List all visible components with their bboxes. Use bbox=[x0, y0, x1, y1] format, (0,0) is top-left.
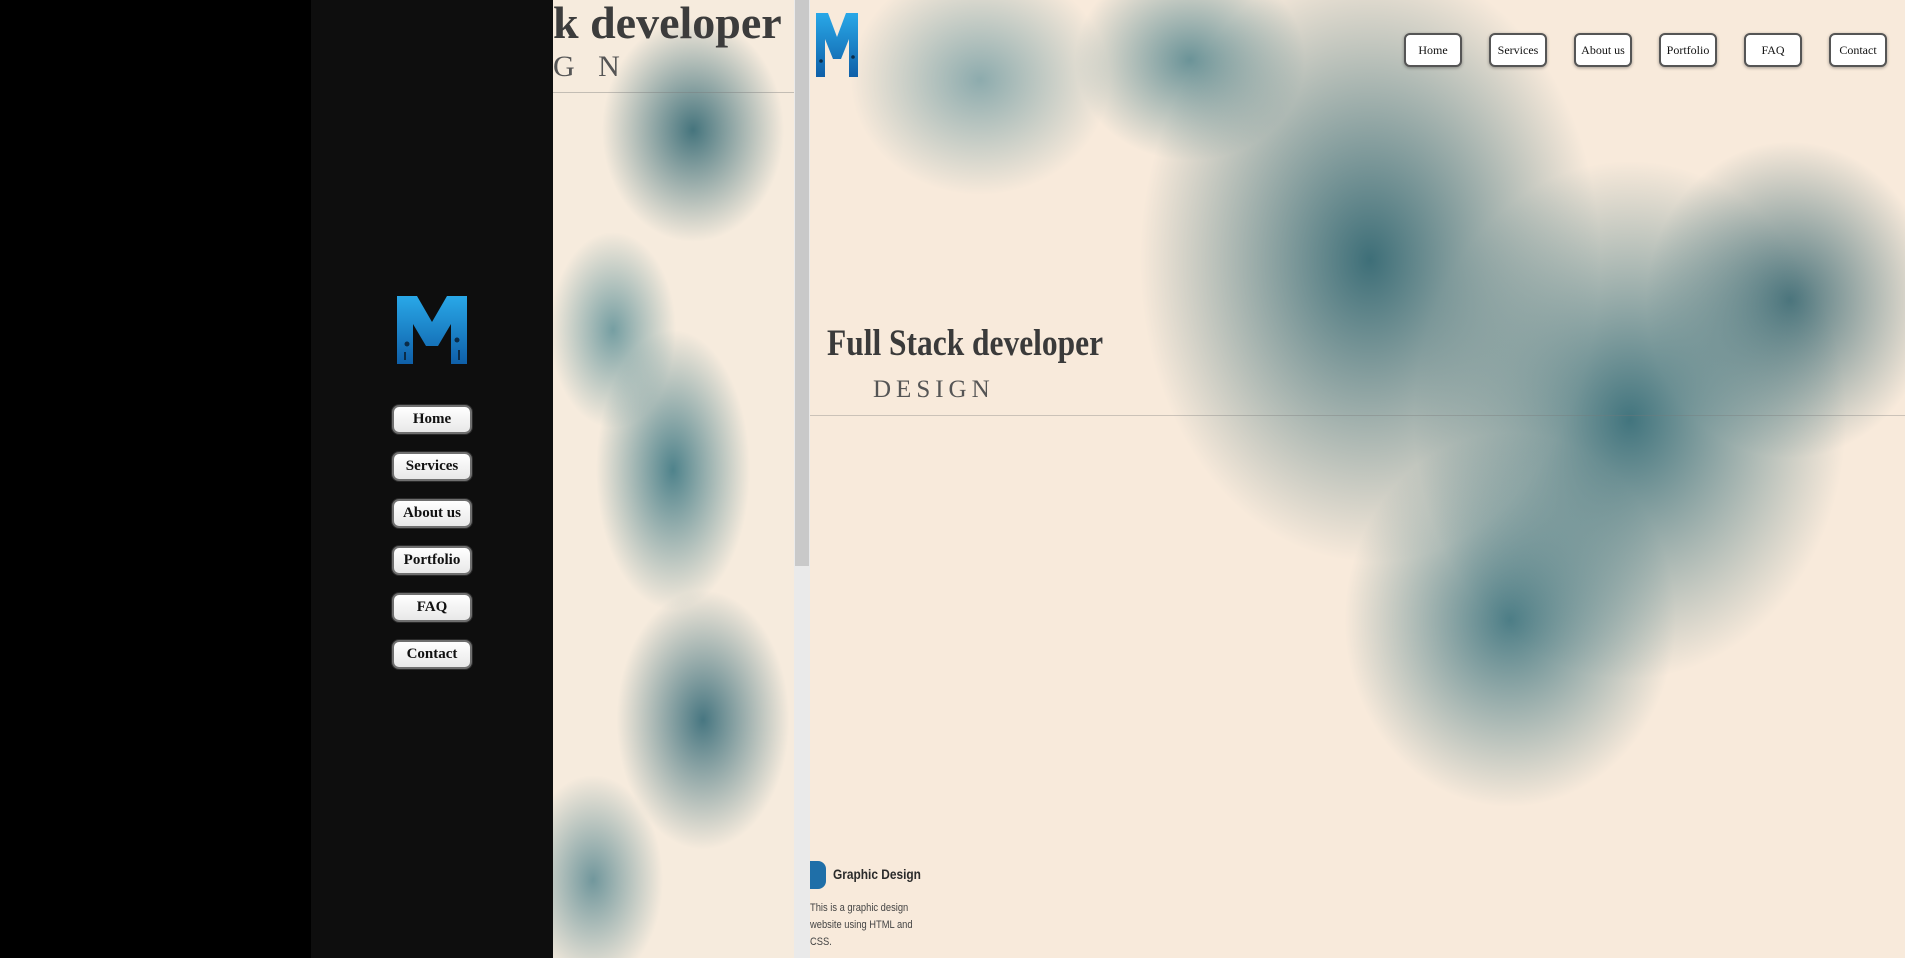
side-nav-about-button[interactable]: About us bbox=[392, 499, 472, 528]
side-nav-faq-button[interactable]: FAQ bbox=[392, 593, 472, 622]
side-nav-services-button[interactable]: Services bbox=[392, 452, 472, 481]
nav-services-button[interactable]: Services bbox=[1489, 33, 1547, 67]
mobile-side-menu: Home Services About us Portfolio FAQ Con… bbox=[311, 0, 553, 958]
side-nav-contact-button[interactable]: Contact bbox=[392, 640, 472, 669]
main-page: Home Services About us Portfolio FAQ Con… bbox=[810, 0, 1905, 958]
background-smoke-strip: k developer G N bbox=[553, 0, 794, 958]
partial-hero-title: k developer bbox=[553, 0, 782, 48]
scrollbar-thumb[interactable] bbox=[795, 0, 809, 566]
side-nav-portfolio-button[interactable]: Portfolio bbox=[392, 546, 472, 575]
top-nav: Home Services About us Portfolio FAQ Con… bbox=[1404, 33, 1887, 67]
nav-about-button[interactable]: About us bbox=[1574, 33, 1632, 67]
left-black-area bbox=[0, 0, 311, 958]
scrollbar[interactable] bbox=[794, 0, 810, 958]
partial-hero-subtitle: G N bbox=[553, 50, 628, 83]
nav-home-button[interactable]: Home bbox=[1404, 33, 1462, 67]
side-nav-home-button[interactable]: Home bbox=[392, 405, 472, 434]
card-description: This is a graphic design website using H… bbox=[810, 902, 913, 948]
m-logo-icon[interactable] bbox=[395, 294, 469, 366]
nav-faq-button[interactable]: FAQ bbox=[1744, 33, 1802, 67]
divider bbox=[553, 92, 794, 93]
side-nav: Home Services About us Portfolio FAQ Con… bbox=[392, 405, 472, 669]
nav-portfolio-button[interactable]: Portfolio bbox=[1659, 33, 1717, 67]
card-title: Graphic Design bbox=[833, 866, 921, 882]
hero-subtitle: DESIGN bbox=[873, 376, 995, 403]
m-logo-icon[interactable] bbox=[815, 11, 859, 79]
hero-divider bbox=[810, 415, 1905, 416]
graphic-design-icon bbox=[810, 861, 826, 889]
nav-contact-button[interactable]: Contact bbox=[1829, 33, 1887, 67]
hero-title: Full Stack developer bbox=[827, 323, 1104, 364]
